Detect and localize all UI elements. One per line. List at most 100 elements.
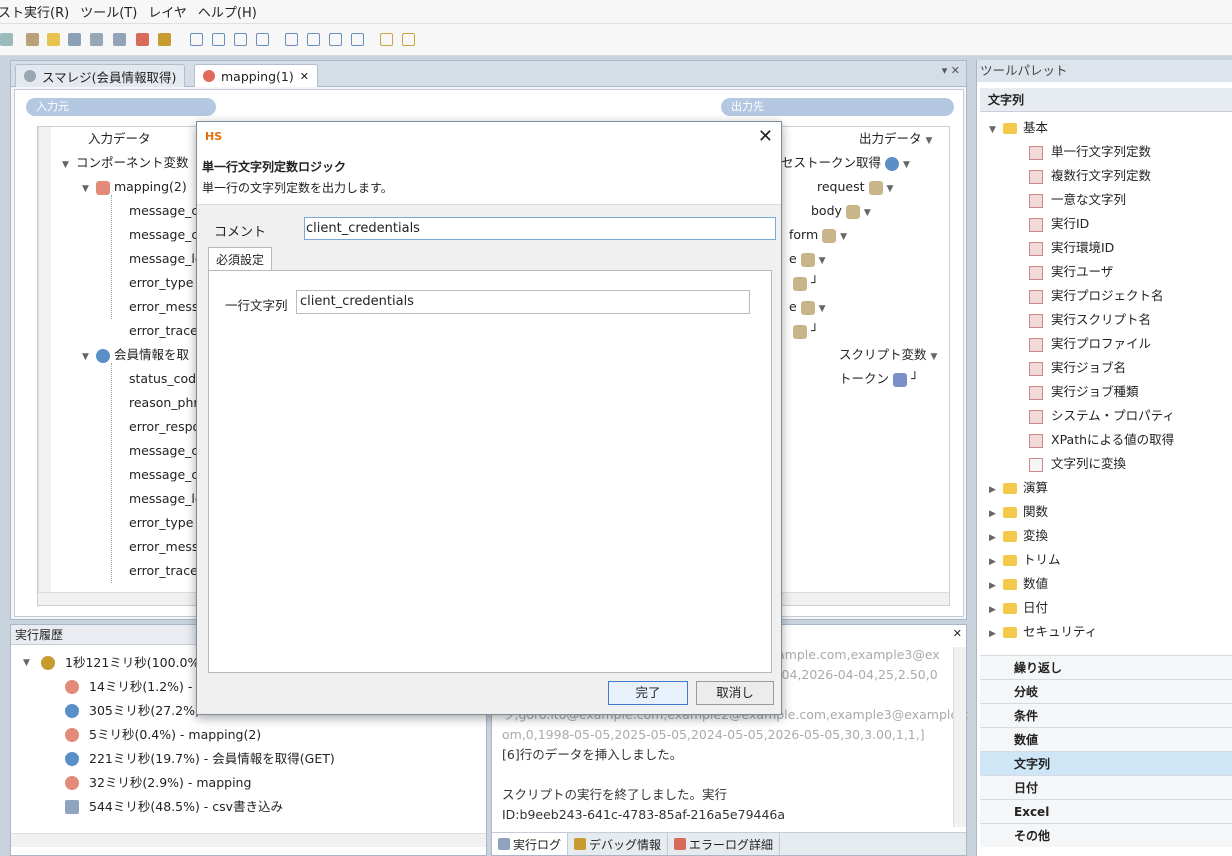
- menu-test-run[interactable]: スト実行(R): [0, 2, 80, 21]
- tree-item[interactable]: error_trace: [129, 559, 198, 583]
- document-icon[interactable]: [68, 33, 81, 46]
- input-tree-vscroll[interactable]: [38, 127, 51, 592]
- category-date[interactable]: 日付: [980, 775, 1232, 799]
- wrench-icon[interactable]: [26, 33, 39, 46]
- tree-item[interactable]: message_le: [129, 487, 203, 511]
- folder-date[interactable]: ▶ 日付: [989, 596, 1048, 620]
- tree-item[interactable]: スクリプト変数 ▼: [839, 343, 941, 367]
- tree-item[interactable]: e ▼: [789, 295, 829, 319]
- tree-item[interactable]: e ▼: [789, 247, 829, 271]
- palette-item[interactable]: 実行スクリプト名: [1029, 308, 1151, 332]
- palette-item[interactable]: 実行ジョブ種類: [1029, 380, 1139, 404]
- tree-item[interactable]: トークン ┘: [839, 367, 919, 391]
- palette-item[interactable]: 複数行文字列定数: [1029, 164, 1151, 188]
- category-condition[interactable]: 条件: [980, 703, 1232, 727]
- palette-item[interactable]: 実行ジョブ名: [1029, 356, 1126, 380]
- align-center-icon[interactable]: [212, 33, 225, 46]
- align-left-icon[interactable]: [190, 33, 203, 46]
- category-loop[interactable]: 繰り返し: [980, 655, 1232, 679]
- tree-item[interactable]: body ▼: [811, 199, 874, 223]
- tree-item[interactable]: error_mess: [129, 535, 198, 559]
- tree-item[interactable]: ┘: [793, 271, 819, 295]
- tree-item[interactable]: ▼ mapping(2): [82, 175, 187, 199]
- menu-help[interactable]: ヘルプ(H): [198, 2, 268, 21]
- tree-item[interactable]: message_ca: [129, 439, 206, 463]
- input-tree-hscroll[interactable]: [38, 592, 216, 605]
- align-right-icon[interactable]: [234, 33, 247, 46]
- history-row[interactable]: ▼ 1秒121ミリ秒(100.0%: [23, 651, 199, 675]
- tree-item[interactable]: message_le: [129, 247, 203, 271]
- tree-item[interactable]: form ▼: [789, 223, 850, 247]
- tree-item[interactable]: error_trace: [129, 319, 198, 343]
- palette-item[interactable]: 実行プロファイル: [1029, 332, 1151, 356]
- align-bottom-icon[interactable]: [307, 33, 320, 46]
- tree-item[interactable]: request ▼: [817, 175, 897, 199]
- palette-item[interactable]: 実行ユーザ: [1029, 260, 1113, 284]
- cancel-button[interactable]: 取消し: [696, 681, 774, 705]
- tree-item[interactable]: message_ca: [129, 199, 206, 223]
- category-other[interactable]: その他: [980, 823, 1232, 847]
- history-hscroll[interactable]: [11, 833, 486, 847]
- palette-item[interactable]: 実行ID: [1029, 212, 1089, 236]
- tab-debug-info[interactable]: デバッグ情報: [568, 833, 669, 855]
- folder-function[interactable]: ▶ 関数: [989, 500, 1048, 524]
- folder-icon[interactable]: [47, 33, 60, 46]
- folder-security[interactable]: ▶ セキュリティ: [989, 620, 1097, 644]
- folder-basic[interactable]: ▼ 基本: [989, 116, 1048, 140]
- palette-item[interactable]: XPathによる値の取得: [1029, 428, 1174, 452]
- comment-input[interactable]: client_credentials: [304, 217, 776, 240]
- tree-item[interactable]: message_co: [129, 463, 206, 487]
- distribute-h-icon[interactable]: [329, 33, 342, 46]
- tab-close-icon[interactable]: ✕: [300, 70, 309, 83]
- folder-convert[interactable]: ▶ 変換: [989, 524, 1048, 548]
- palette-item[interactable]: システム・プロパティ: [1029, 404, 1175, 428]
- history-row[interactable]: 221ミリ秒(19.7%) - 会員情報を取得(GET): [65, 747, 335, 771]
- tree-item[interactable]: message_co: [129, 223, 206, 247]
- toolbar-icon[interactable]: [0, 33, 13, 46]
- tab-error-log[interactable]: エラーログ詳細: [668, 833, 781, 855]
- tree-item[interactable]: status_code: [129, 367, 204, 391]
- align-middle-icon[interactable]: [285, 33, 298, 46]
- string-input[interactable]: client_credentials: [296, 290, 750, 314]
- history-row[interactable]: 544ミリ秒(48.5%) - csv書き込み: [65, 795, 283, 819]
- tree-item[interactable]: error_type: [129, 511, 193, 535]
- folder-trim[interactable]: ▶ トリム: [989, 548, 1061, 572]
- history-row[interactable]: 305ミリ秒(27.2%): [65, 699, 200, 723]
- tab-smaregi[interactable]: スマレジ(会員情報取得): [15, 64, 186, 87]
- history-row[interactable]: 14ミリ秒(1.2%) - r: [65, 675, 202, 699]
- palette-item[interactable]: 実行プロジェクト名: [1029, 284, 1164, 308]
- tree-item[interactable]: ┘: [793, 319, 819, 343]
- network-icon[interactable]: [90, 33, 103, 46]
- bug-icon[interactable]: [158, 33, 171, 46]
- log-vscroll[interactable]: [953, 647, 966, 827]
- palette-item[interactable]: 文字列に変換: [1029, 452, 1126, 476]
- history-row[interactable]: 5ミリ秒(0.4%) - mapping(2): [65, 723, 261, 747]
- tree-item[interactable]: error_respo: [129, 415, 200, 439]
- minimize-close-icon[interactable]: ▾ ✕: [942, 64, 960, 77]
- history-row[interactable]: 32ミリ秒(2.9%) - mapping: [65, 771, 251, 795]
- tree-item[interactable]: error_mess: [129, 295, 198, 319]
- menu-layer[interactable]: レイヤ: [148, 2, 198, 21]
- delete-icon[interactable]: [136, 33, 149, 46]
- category-excel[interactable]: Excel: [980, 799, 1232, 823]
- tree-item[interactable]: reason_phr: [129, 391, 199, 415]
- tab-mapping-1[interactable]: mapping(1) ✕: [194, 64, 318, 87]
- window-icon[interactable]: [113, 33, 126, 46]
- dialog-close-icon[interactable]: ✕: [758, 126, 773, 147]
- palette-item[interactable]: 一意な文字列: [1029, 188, 1126, 212]
- tree-item[interactable]: error_type: [129, 271, 193, 295]
- palette-item[interactable]: 単一行文字列定数: [1029, 140, 1151, 164]
- tree-item[interactable]: セストークン取得 ▼: [781, 151, 913, 175]
- log-close-icon[interactable]: ✕: [953, 627, 962, 640]
- folder-number[interactable]: ▶ 数値: [989, 572, 1048, 596]
- align-top-icon[interactable]: [256, 33, 269, 46]
- category-number[interactable]: 数値: [980, 727, 1232, 751]
- same-width-icon[interactable]: [380, 33, 393, 46]
- folder-operation[interactable]: ▶ 演算: [989, 476, 1048, 500]
- tree-item[interactable]: ▼ コンポーネント変数: [62, 151, 189, 175]
- distribute-v-icon[interactable]: [351, 33, 364, 46]
- category-string[interactable]: 文字列: [980, 751, 1232, 775]
- category-branch[interactable]: 分岐: [980, 679, 1232, 703]
- tab-exec-log[interactable]: 実行ログ: [492, 833, 569, 855]
- same-height-icon[interactable]: [402, 33, 415, 46]
